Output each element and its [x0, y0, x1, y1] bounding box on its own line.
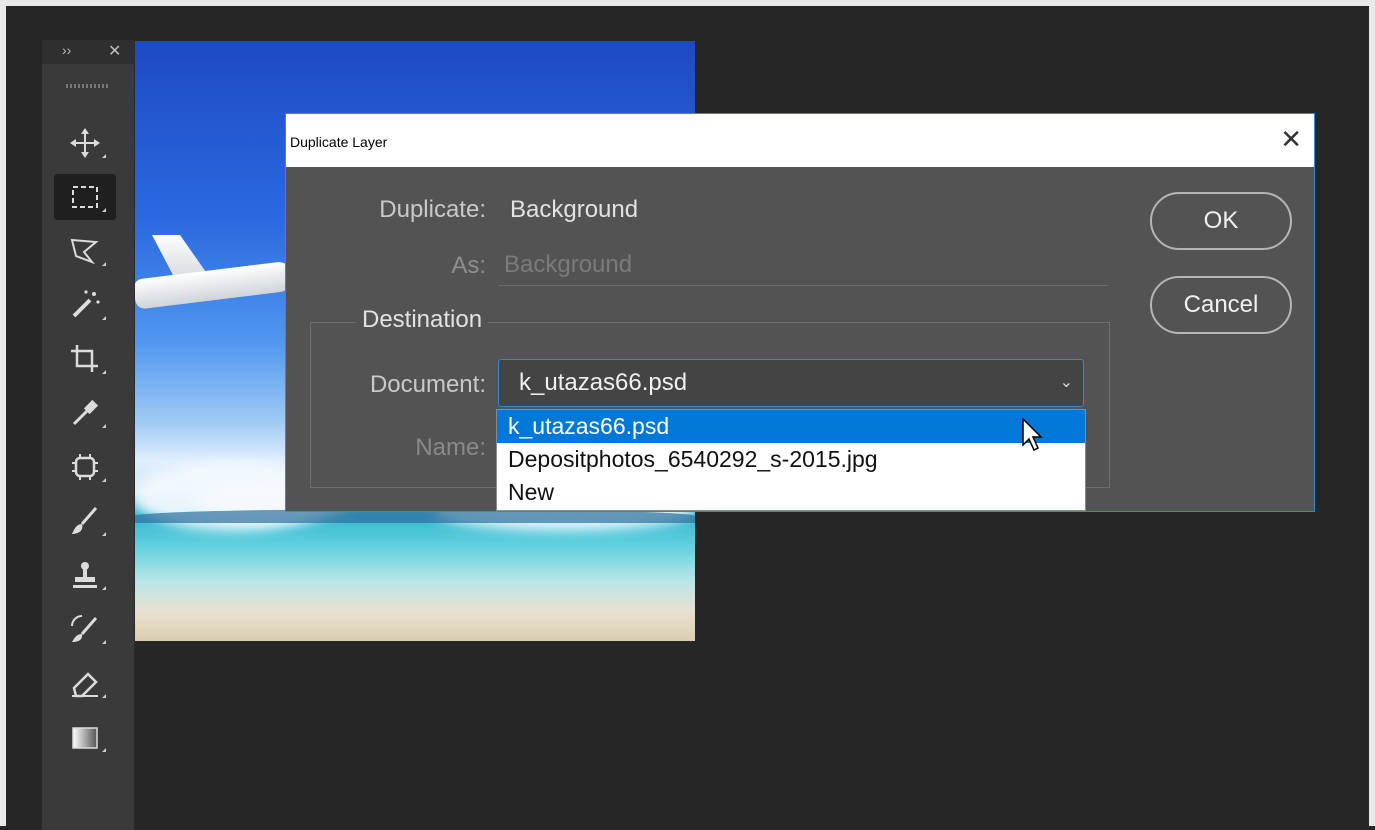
duplicate-value: Background: [510, 196, 639, 223]
mouse-cursor-icon: [1022, 418, 1043, 452]
brush-tool-icon[interactable]: [54, 498, 116, 544]
document-selected-value: k_utazas66.psd: [519, 369, 688, 396]
history-brush-tool-icon[interactable]: [54, 606, 116, 652]
close-icon[interactable]: ✕: [1280, 124, 1302, 155]
panel-grip[interactable]: [66, 84, 110, 88]
gradient-tool-icon[interactable]: [54, 714, 116, 760]
duplicate-label: Duplicate:: [379, 196, 486, 223]
dialog-title: Duplicate Layer: [290, 134, 388, 150]
healing-tool-icon[interactable]: [54, 444, 116, 490]
clone-stamp-tool-icon[interactable]: [54, 552, 116, 598]
lasso-tool-icon[interactable]: [54, 228, 116, 274]
document-label: Document:: [369, 371, 486, 398]
dialog-titlebar[interactable]: Duplicate Layer ✕: [286, 114, 1314, 167]
cancel-button[interactable]: Cancel: [1150, 276, 1292, 334]
name-label: Name:: [415, 434, 486, 461]
collapse-icon[interactable]: ››: [62, 42, 71, 58]
ok-button[interactable]: OK: [1150, 192, 1292, 250]
crop-tool-icon[interactable]: [54, 336, 116, 382]
as-label: As:: [451, 252, 486, 279]
eyedropper-tool-icon[interactable]: [54, 390, 116, 436]
marquee-tool-icon[interactable]: [54, 174, 116, 220]
chevron-down-icon[interactable]: ⌄: [1060, 360, 1073, 406]
dropdown-option[interactable]: New: [497, 476, 1085, 509]
dropdown-option[interactable]: Depositphotos_6540292_s-2015.jpg: [497, 443, 1085, 476]
document-select[interactable]: k_utazas66.psd ⌄: [498, 359, 1084, 407]
as-input[interactable]: Background: [498, 246, 1108, 286]
tools-panel-header: ›› ✕: [42, 40, 134, 64]
destination-title: Destination: [356, 306, 489, 334]
tools-panel: ›› ✕: [42, 40, 135, 830]
magic-wand-tool-icon[interactable]: [54, 282, 116, 328]
eraser-tool-icon[interactable]: [54, 660, 116, 706]
document-dropdown-list: k_utazas66.psd Depositphotos_6540292_s-2…: [496, 409, 1086, 511]
move-tool-icon[interactable]: [54, 120, 116, 166]
close-icon[interactable]: ✕: [108, 41, 121, 61]
dropdown-option[interactable]: k_utazas66.psd: [497, 410, 1085, 443]
